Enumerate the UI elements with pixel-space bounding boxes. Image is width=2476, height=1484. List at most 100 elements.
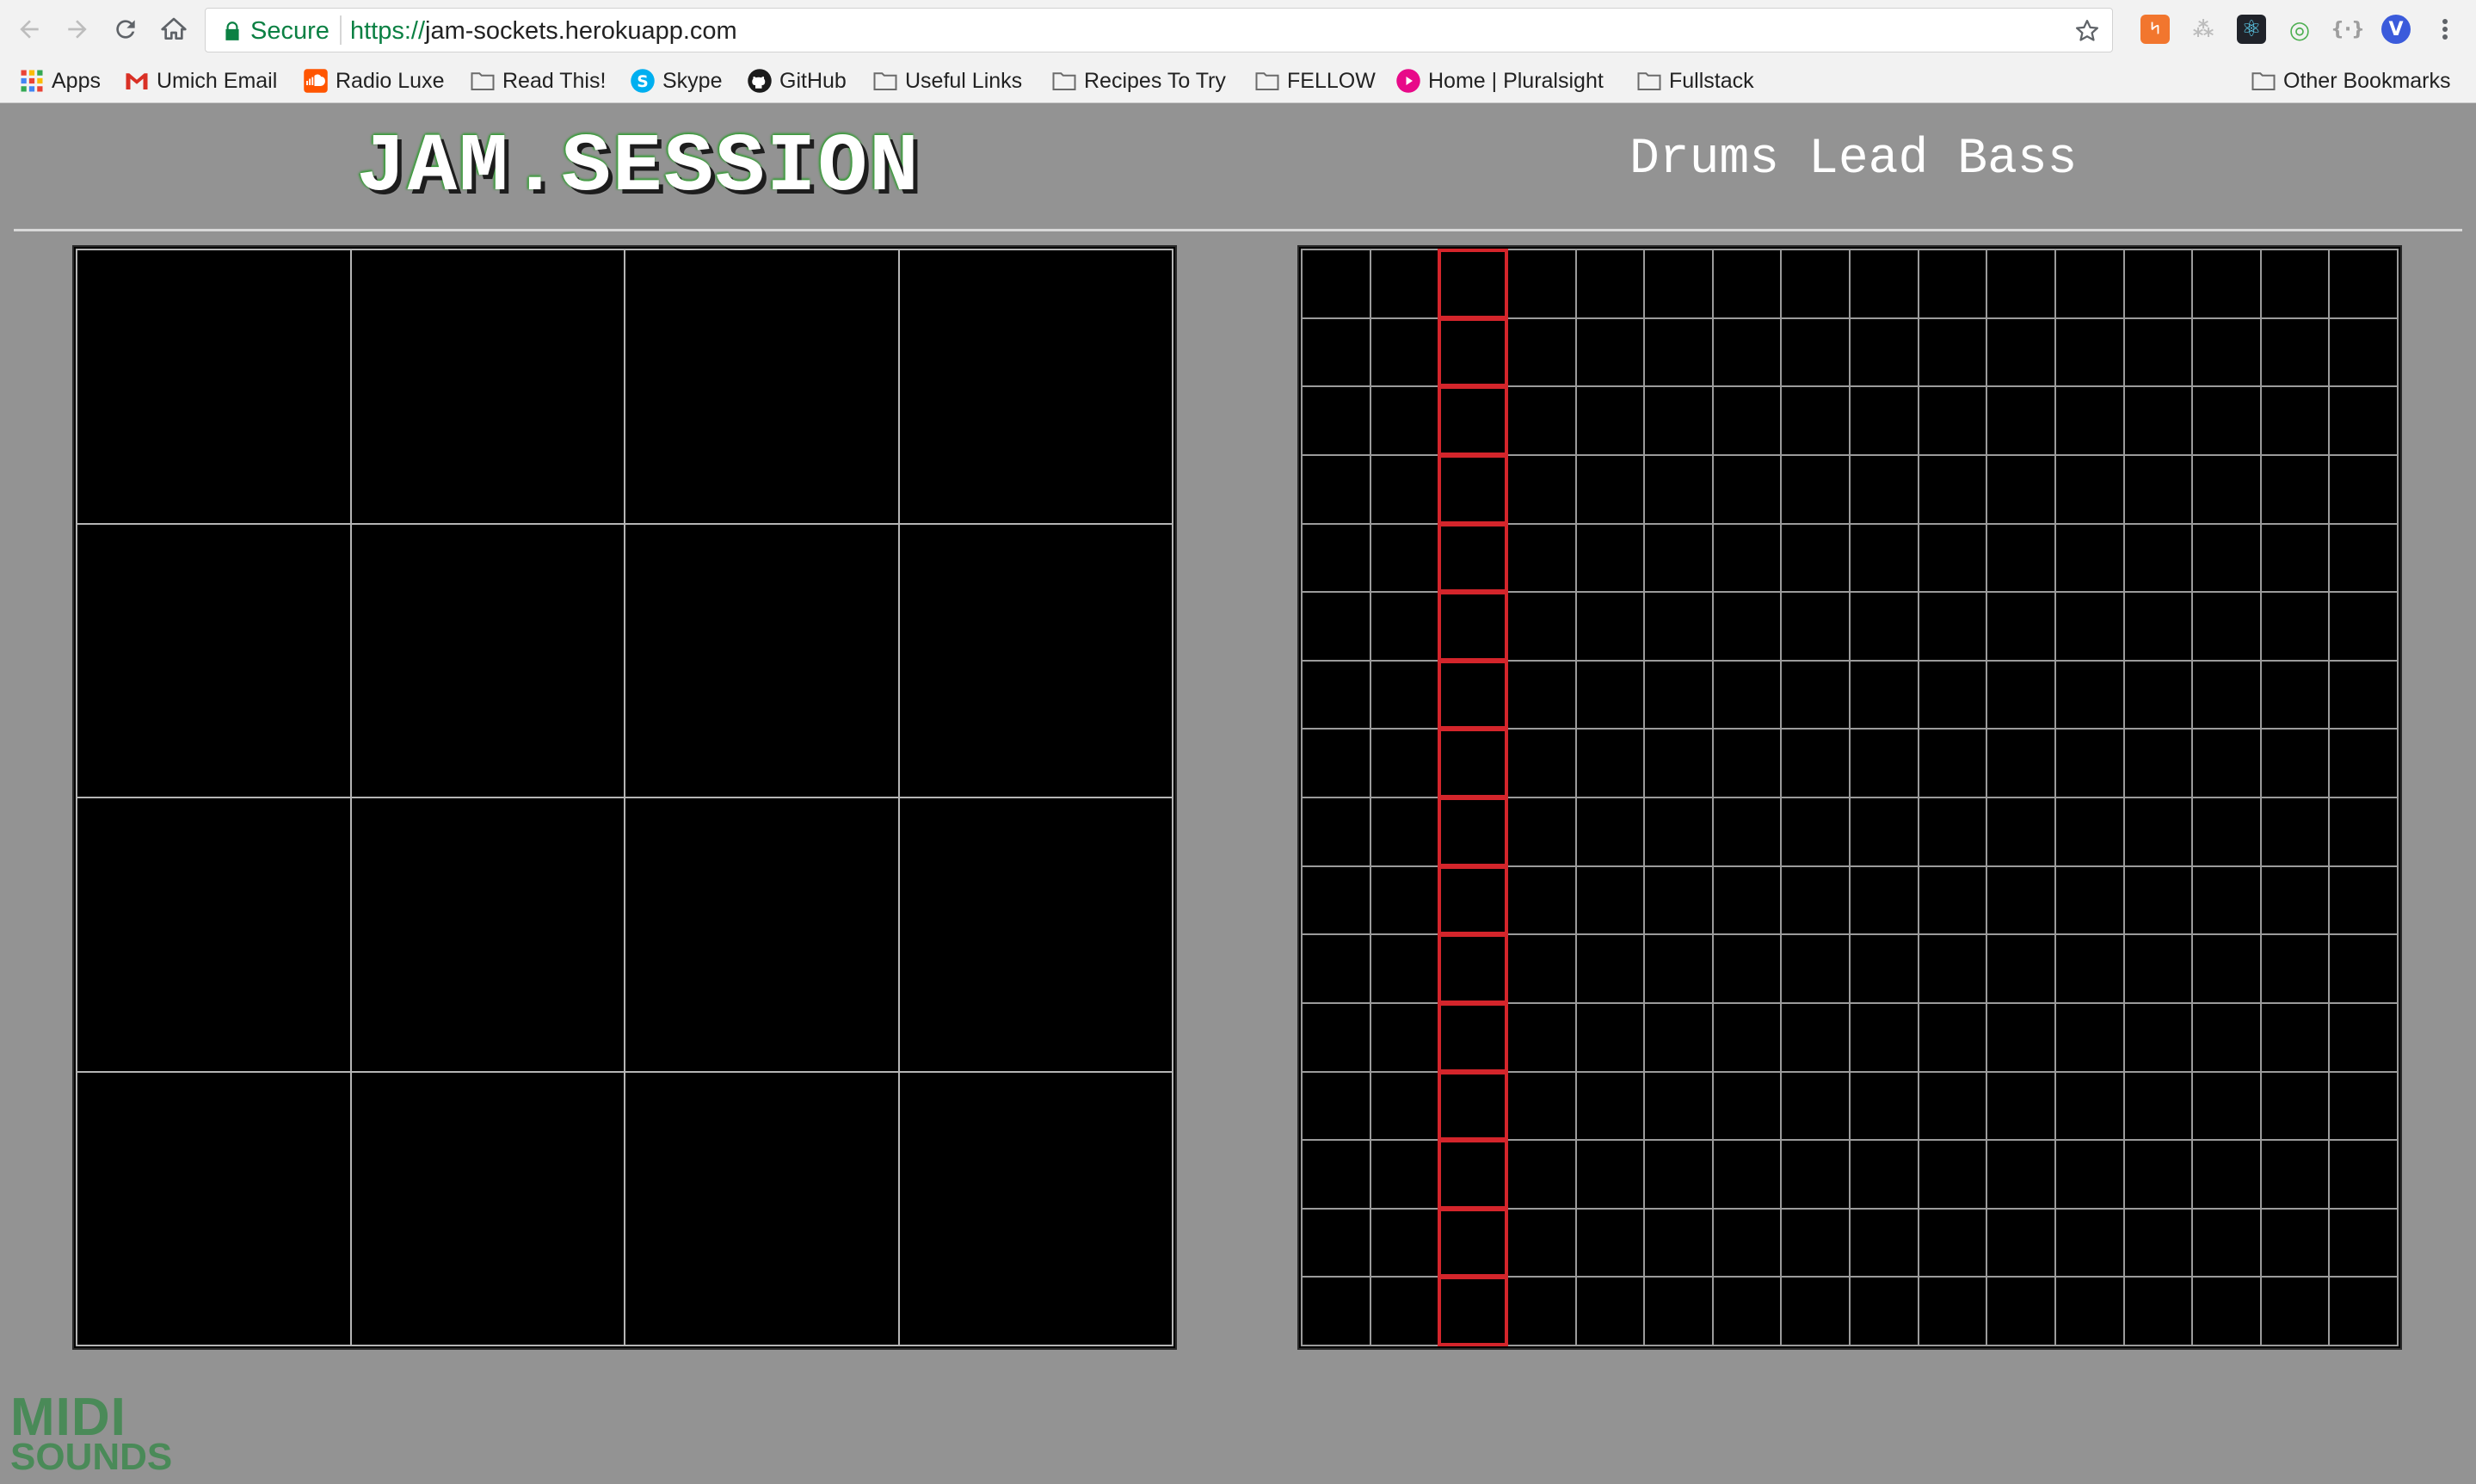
sequencer-step[interactable] [1643, 1001, 1714, 1073]
extension-orange-icon[interactable]: ৸ [2140, 15, 2170, 44]
sequencer-step[interactable] [2259, 385, 2331, 456]
sequencer-step[interactable] [1643, 249, 1714, 319]
sequencer-step-active[interactable] [1438, 728, 1508, 798]
react-devtools-icon[interactable]: ⚛ [2237, 15, 2266, 44]
drum-pad[interactable] [897, 522, 1173, 798]
sequencer-step[interactable] [2054, 1276, 2125, 1346]
sequencer-step[interactable] [1574, 1070, 1646, 1142]
drum-pad[interactable] [349, 249, 625, 525]
sequencer-step[interactable] [1574, 249, 1646, 319]
sequencer-step[interactable] [2054, 797, 2125, 867]
sequencer-step[interactable] [1917, 865, 1988, 936]
sequencer-step[interactable] [2122, 933, 2194, 1004]
sequencer-step[interactable] [1643, 1207, 1714, 1278]
sequencer-step[interactable] [1917, 1001, 1988, 1073]
sequencer-step[interactable] [1574, 1001, 1646, 1073]
sequencer-step[interactable] [1711, 385, 1783, 456]
sequencer-step[interactable] [1780, 522, 1851, 594]
sequencer-step[interactable] [1506, 659, 1577, 730]
address-bar[interactable]: Secure https://jam-sockets.herokuapp.com [205, 8, 2113, 52]
sequencer-step[interactable] [2191, 797, 2262, 867]
sequencer-step[interactable] [1574, 317, 1646, 388]
sequencer-step[interactable] [1986, 933, 2056, 1004]
sequencer-step[interactable] [1643, 522, 1714, 594]
sequencer-step[interactable] [1643, 385, 1714, 456]
sequencer-step[interactable] [1780, 453, 1851, 525]
sequencer-step[interactable] [1574, 1207, 1646, 1278]
sequencer-step[interactable] [2328, 1001, 2399, 1073]
sequencer-step[interactable] [1849, 385, 1919, 456]
sequencer-step[interactable] [2328, 591, 2399, 662]
extension-circle-icon[interactable]: ◎ [2285, 15, 2314, 44]
extension-tree-icon[interactable]: ⁂ [2189, 15, 2218, 44]
sequencer-step[interactable] [1986, 1001, 2056, 1073]
sequencer-step[interactable] [2259, 797, 2331, 867]
sequencer-step[interactable] [2054, 728, 2125, 798]
sequencer-step[interactable] [2054, 933, 2125, 1004]
sequencer-step[interactable] [2054, 317, 2125, 388]
sequencer-step[interactable] [2122, 865, 2194, 936]
sequencer-step[interactable] [1301, 728, 1371, 798]
sequencer-step[interactable] [2191, 1207, 2262, 1278]
bookmark-umich-email[interactable]: Umich Email [124, 64, 277, 98]
sequencer-step[interactable] [1506, 865, 1577, 936]
sequencer-step[interactable] [1917, 249, 1988, 319]
sequencer-step[interactable] [2191, 865, 2262, 936]
tab-lead[interactable]: Lead [1808, 132, 1928, 188]
sequencer-step[interactable] [2259, 1139, 2331, 1210]
sequencer-step[interactable] [2328, 797, 2399, 867]
home-button[interactable] [157, 12, 191, 46]
sequencer-step[interactable] [1711, 797, 1783, 867]
sequencer-step[interactable] [1369, 385, 1440, 456]
sequencer-step[interactable] [2122, 249, 2194, 319]
sequencer-step[interactable] [2122, 1001, 2194, 1073]
sequencer-step[interactable] [1986, 1139, 2056, 1210]
sequencer-step[interactable] [1369, 1070, 1440, 1142]
sequencer-step[interactable] [2328, 317, 2399, 388]
sequencer-step[interactable] [2122, 317, 2194, 388]
sequencer-step[interactable] [1780, 249, 1851, 319]
sequencer-step[interactable] [1506, 1207, 1577, 1278]
sequencer-step[interactable] [1986, 385, 2056, 456]
sequencer-step[interactable] [1301, 1276, 1371, 1346]
sequencer-step[interactable] [2054, 1001, 2125, 1073]
sequencer-step[interactable] [1917, 591, 1988, 662]
sequencer-step[interactable] [1301, 453, 1371, 525]
sequencer-step[interactable] [2191, 728, 2262, 798]
sequencer-step[interactable] [1917, 1276, 1988, 1346]
sequencer-step[interactable] [1986, 659, 2056, 730]
sequencer-step[interactable] [1369, 317, 1440, 388]
sequencer-step-active[interactable] [1438, 933, 1508, 1004]
sequencer-step-active[interactable] [1438, 385, 1508, 456]
sequencer-step[interactable] [2259, 317, 2331, 388]
bookmark-skype[interactable]: S Skype [630, 64, 722, 98]
drum-pad[interactable] [624, 1070, 900, 1346]
sequencer-step[interactable] [1780, 1139, 1851, 1210]
drum-pad[interactable] [897, 797, 1173, 1073]
bookmark-radio-luxe[interactable]: Radio Luxe [303, 64, 444, 98]
sequencer-step-active[interactable] [1438, 453, 1508, 525]
sequencer-step[interactable] [1917, 797, 1988, 867]
sequencer-step[interactable] [1574, 933, 1646, 1004]
sequencer-step[interactable] [1369, 249, 1440, 319]
extension-json-icon[interactable]: {·} [2331, 15, 2365, 44]
sequencer-step[interactable] [1506, 522, 1577, 594]
sequencer-step[interactable] [1917, 659, 1988, 730]
sequencer-step[interactable] [1643, 728, 1714, 798]
sequencer-step-active[interactable] [1438, 317, 1508, 388]
sequencer-step[interactable] [1643, 1070, 1714, 1142]
back-button[interactable] [12, 12, 46, 46]
reload-button[interactable] [108, 12, 143, 46]
bookmark-pluralsight[interactable]: Home | Pluralsight [1395, 64, 1604, 98]
sequencer-step[interactable] [1506, 1001, 1577, 1073]
drum-pad[interactable] [349, 522, 625, 798]
sequencer-step-active[interactable] [1438, 1276, 1508, 1346]
bookmark-fellow[interactable]: FELLOW [1254, 64, 1376, 98]
sequencer-step[interactable] [1711, 728, 1783, 798]
sequencer-step[interactable] [1506, 591, 1577, 662]
sequencer-step[interactable] [1711, 522, 1783, 594]
sequencer-step[interactable] [1849, 728, 1919, 798]
sequencer-step[interactable] [1369, 865, 1440, 936]
sequencer-step[interactable] [1301, 522, 1371, 594]
sequencer-step[interactable] [1780, 1276, 1851, 1346]
